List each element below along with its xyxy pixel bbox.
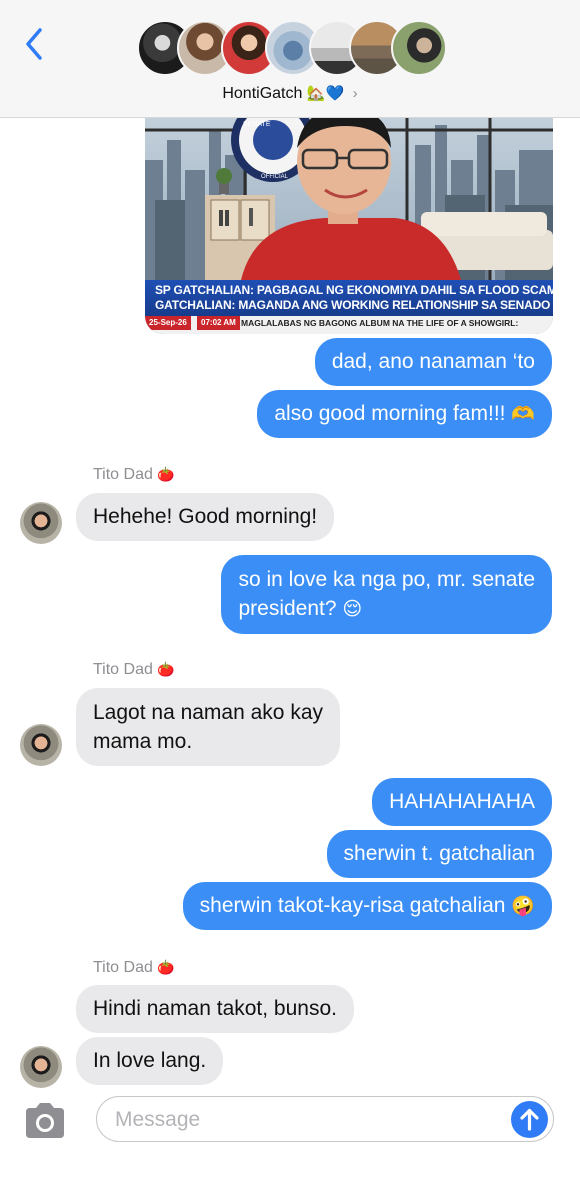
message-text-line-1: Lagot na naman ako kay	[93, 701, 323, 724]
message-text: Hehehe! Good morning!	[93, 505, 318, 528]
arrow-up-icon	[520, 1108, 539, 1131]
message-bubble-outgoing[interactable]: so in love ka nga po, mr. senate preside…	[221, 555, 552, 634]
message-text: also good morning fam!!!	[274, 402, 506, 425]
zany-face-emoji: 🤪	[511, 895, 535, 917]
tomato-emoji: 🍅	[157, 467, 175, 483]
message-text: HAHAHAHAHA	[389, 790, 535, 813]
message-bubble-outgoing[interactable]: also good morning fam!!! 🫶	[257, 390, 552, 438]
message-bubble-incoming[interactable]: Hehehe! Good morning!	[76, 493, 335, 541]
headline-2: GATCHALIAN: MAGANDA ANG WORKING RELATION…	[155, 298, 551, 312]
group-emojis: 🏡💙	[306, 84, 345, 102]
message-text: In love lang.	[93, 1049, 207, 1072]
camera-button[interactable]	[22, 1102, 68, 1140]
message-text: Hindi naman takot, bunso.	[93, 997, 337, 1020]
message-bubble-outgoing[interactable]: dad, ano nanaman ‘to	[314, 338, 552, 386]
heart-hands-emoji: 🫶	[511, 403, 535, 425]
message-input[interactable]	[115, 1105, 495, 1135]
chevron-left-icon	[26, 28, 42, 60]
bottom-safe-area	[0, 1192, 580, 1200]
message-text-line-2: president?	[238, 597, 337, 620]
member-avatar-7	[391, 20, 447, 76]
message-bubble-incoming[interactable]: In love lang.	[76, 1037, 224, 1085]
message-bubble-outgoing[interactable]: sherwin takot-kay-risa gatchalian 🤪	[182, 882, 552, 930]
camera-icon	[26, 1103, 64, 1138]
sender-name: Tito Dad 🍅	[93, 661, 175, 679]
message-bubble-outgoing[interactable]: HAHAHAHAHA	[372, 778, 552, 826]
conversation-header: HontiGatch 🏡💙 ›	[0, 0, 580, 118]
relieved-emoji: 😌	[342, 598, 363, 620]
message-bubble-incoming[interactable]: Hindi naman takot, bunso.	[76, 985, 354, 1033]
news-time: 07:02 AM	[197, 316, 240, 330]
group-name: HontiGatch	[222, 85, 303, 102]
sender-label: Tito Dad	[93, 661, 153, 678]
message-composer	[96, 1096, 554, 1142]
message-text-line-1: so in love ka nga po, mr. senate	[238, 568, 535, 591]
seal-label: SENATE	[243, 121, 271, 128]
headline-1: SP GATCHALIAN: PAGBAGAL NG EKONOMIYA DAH…	[155, 283, 553, 297]
message-text: sherwin takot-kay-risa gatchalian	[199, 894, 506, 917]
sender-avatar[interactable]	[20, 502, 62, 544]
message-text: sherwin t. gatchalian	[343, 842, 535, 865]
sender-label: Tito Dad	[93, 466, 153, 483]
message-bubble-incoming[interactable]: Lagot na naman ako kay mama mo.	[76, 688, 340, 766]
news-date: 25-Sep-26	[145, 316, 191, 330]
tomato-emoji: 🍅	[157, 662, 175, 678]
chevron-right-icon: ›	[352, 85, 358, 102]
message-text-line-2: mama mo.	[93, 730, 193, 753]
news-crawl-text: MAGLALABAS NG BAGONG ALBUM NA THE LIFE O…	[241, 318, 519, 328]
sender-name: Tito Dad 🍅	[93, 959, 175, 977]
send-button[interactable]	[511, 1101, 548, 1138]
back-button[interactable]	[20, 26, 48, 62]
message-bubble-outgoing[interactable]: sherwin t. gatchalian	[326, 830, 552, 878]
sender-label: Tito Dad	[93, 959, 153, 976]
group-avatars[interactable]	[137, 20, 447, 78]
sender-avatar[interactable]	[20, 724, 62, 766]
tomato-emoji: 🍅	[157, 960, 175, 976]
message-text: dad, ano nanaman ‘to	[331, 350, 535, 373]
news-screenshot-image[interactable]: SENATE OFFICIAL SP GATCHALIAN: PAGBAGAL …	[145, 100, 553, 334]
sender-avatar[interactable]	[20, 1046, 62, 1088]
sender-name: Tito Dad 🍅	[93, 466, 175, 484]
news-crawl-bar: 25-Sep-26 07:02 AM MAGLALABAS NG BAGONG …	[145, 316, 553, 334]
group-name-button[interactable]: HontiGatch 🏡💙 ›	[0, 84, 580, 103]
news-headline-ticker: SP GATCHALIAN: PAGBAGAL NG EKONOMIYA DAH…	[145, 280, 553, 316]
seal-label-2: OFFICIAL	[261, 174, 289, 180]
